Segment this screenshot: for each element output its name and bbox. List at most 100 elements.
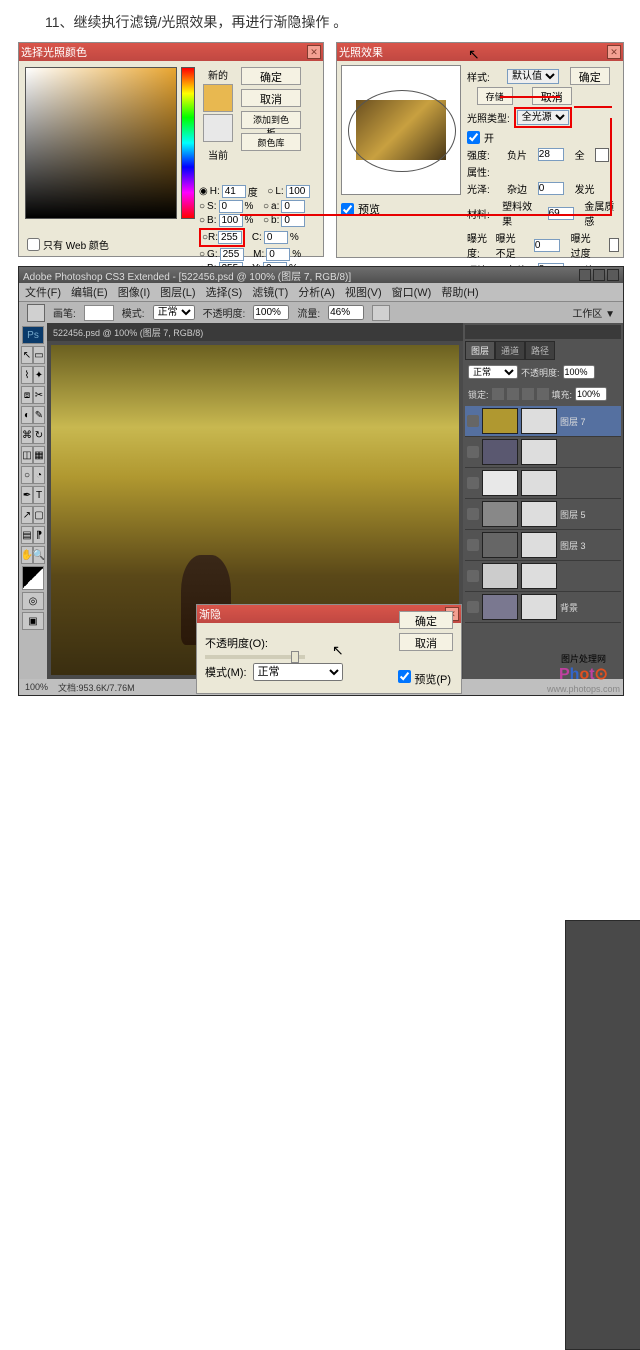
menu-item[interactable]: 分析(A) (298, 284, 335, 300)
path-tool[interactable]: ↗ (21, 506, 33, 524)
hue-slider[interactable] (181, 67, 195, 219)
panel-tab[interactable]: 通道 (495, 341, 525, 360)
layer-mask-thumbnail[interactable] (521, 408, 557, 434)
layer-row[interactable] (465, 468, 621, 499)
layer-name[interactable]: 图层 7 (560, 415, 586, 428)
material-input[interactable] (548, 207, 574, 220)
shape-tool[interactable]: ▢ (33, 506, 45, 524)
layer-row[interactable]: 图层 7 (465, 406, 621, 437)
g-input[interactable] (220, 248, 244, 261)
fade-preview-checkbox[interactable] (398, 670, 411, 683)
fade-cancel-button[interactable]: 取消 (399, 633, 453, 651)
menu-item[interactable]: 窗口(W) (392, 284, 432, 300)
c-input[interactable] (264, 231, 288, 244)
color-library-button[interactable]: 颜色库 (241, 133, 301, 151)
visibility-icon[interactable] (467, 446, 479, 458)
menu-item[interactable]: 文件(F) (25, 284, 61, 300)
visibility-icon[interactable] (467, 570, 479, 582)
heal-tool[interactable]: ◐ (21, 406, 33, 424)
h-input[interactable] (222, 185, 246, 198)
slice-tool[interactable]: ✂ (33, 386, 45, 404)
panel-tab[interactable]: 路径 (525, 341, 555, 360)
layer-row[interactable]: 背景 (465, 592, 621, 623)
layer-opacity-input[interactable] (563, 365, 595, 379)
slider-thumb[interactable] (291, 651, 299, 663)
airbrush-icon[interactable] (372, 305, 390, 321)
layer-name[interactable]: 图层 5 (560, 508, 586, 521)
ambience-color-swatch[interactable] (609, 238, 619, 252)
light-on-checkbox[interactable] (467, 131, 480, 144)
layer-mask-thumbnail[interactable] (521, 439, 557, 465)
gradient-tool[interactable]: ▦ (33, 446, 45, 464)
lock-pixels-icon[interactable] (507, 388, 519, 400)
move-tool[interactable]: ↖ (21, 346, 33, 364)
type-tool[interactable]: T (33, 486, 45, 504)
layer-fill-input[interactable] (575, 387, 607, 401)
s-input[interactable] (219, 200, 243, 213)
current-color-swatch[interactable] (203, 114, 233, 142)
layer-thumbnail[interactable] (482, 594, 518, 620)
flow-input[interactable] (328, 305, 364, 320)
eyedropper-tool[interactable]: ⁋ (33, 526, 45, 544)
cancel-button[interactable]: 取消 (241, 89, 301, 107)
close-icon[interactable]: ✕ (607, 45, 621, 59)
web-only-checkbox[interactable] (27, 238, 40, 251)
layer-mask-thumbnail[interactable] (521, 532, 557, 558)
zoom-level[interactable]: 100% (25, 682, 48, 692)
brush-tool[interactable]: ✎ (33, 406, 45, 424)
layer-row[interactable] (465, 561, 621, 592)
add-swatch-button[interactable]: 添加到色板 (241, 111, 301, 129)
a-input[interactable] (281, 200, 305, 213)
workspace-menu[interactable]: 工作区 ▼ (572, 305, 615, 320)
fade-ok-button[interactable]: 确定 (399, 611, 453, 629)
fade-mode-select[interactable]: 正常 (253, 663, 343, 681)
intensity-input[interactable] (538, 148, 564, 161)
light-ellipse[interactable] (348, 90, 456, 172)
hand-tool[interactable]: ✋ (21, 546, 33, 564)
pen-tool[interactable]: ✒ (21, 486, 33, 504)
layer-thumbnail[interactable] (482, 470, 518, 496)
menu-item[interactable]: 帮助(H) (441, 284, 478, 300)
visibility-icon[interactable] (467, 508, 479, 520)
visibility-icon[interactable] (467, 415, 479, 427)
lock-transparent-icon[interactable] (492, 388, 504, 400)
lighting-ok-button[interactable]: 确定 (570, 67, 610, 85)
lock-all-icon[interactable] (537, 388, 549, 400)
m-input[interactable] (266, 248, 290, 261)
eraser-tool[interactable]: ◫ (21, 446, 33, 464)
color-field[interactable] (25, 67, 177, 219)
blend-mode-select[interactable]: 正常 (153, 305, 195, 320)
blur-tool[interactable]: ○ (21, 466, 33, 484)
quick-mask-icon[interactable]: ◎ (22, 592, 44, 610)
color-swatches[interactable] (22, 566, 44, 590)
brush-preset[interactable] (84, 305, 114, 321)
notes-tool[interactable]: ▤ (21, 526, 33, 544)
close-icon[interactable] (607, 269, 619, 281)
layer-mask-thumbnail[interactable] (521, 594, 557, 620)
layer-name[interactable]: 图层 3 (560, 539, 586, 552)
layer-thumbnail[interactable] (482, 408, 518, 434)
light-type-select[interactable]: 全光源 (517, 110, 569, 125)
layer-mask-thumbnail[interactable] (521, 563, 557, 589)
screen-mode-icon[interactable]: ▣ (22, 612, 44, 630)
crop-tool[interactable]: ⧈ (21, 386, 33, 404)
visibility-icon[interactable] (467, 601, 479, 613)
menu-item[interactable]: 图层(L) (160, 284, 195, 300)
ok-button[interactable]: 确定 (241, 67, 301, 85)
layer-row[interactable]: 图层 3 (465, 530, 621, 561)
b-hsb-input[interactable] (219, 214, 243, 227)
opacity-input[interactable] (253, 305, 289, 320)
layer-thumbnail[interactable] (482, 501, 518, 527)
menu-item[interactable]: 图像(I) (118, 284, 150, 300)
layer-mask-thumbnail[interactable] (521, 470, 557, 496)
light-color-swatch[interactable] (595, 148, 609, 162)
layer-thumbnail[interactable] (482, 532, 518, 558)
lighting-preview[interactable] (341, 65, 461, 195)
dodge-tool[interactable]: ◔ (33, 466, 45, 484)
marquee-tool[interactable]: ▭ (33, 346, 45, 364)
visibility-icon[interactable] (467, 477, 479, 489)
r-input[interactable] (218, 231, 242, 244)
layer-row[interactable]: 图层 5 (465, 499, 621, 530)
lock-position-icon[interactable] (522, 388, 534, 400)
l-input[interactable] (286, 185, 310, 198)
